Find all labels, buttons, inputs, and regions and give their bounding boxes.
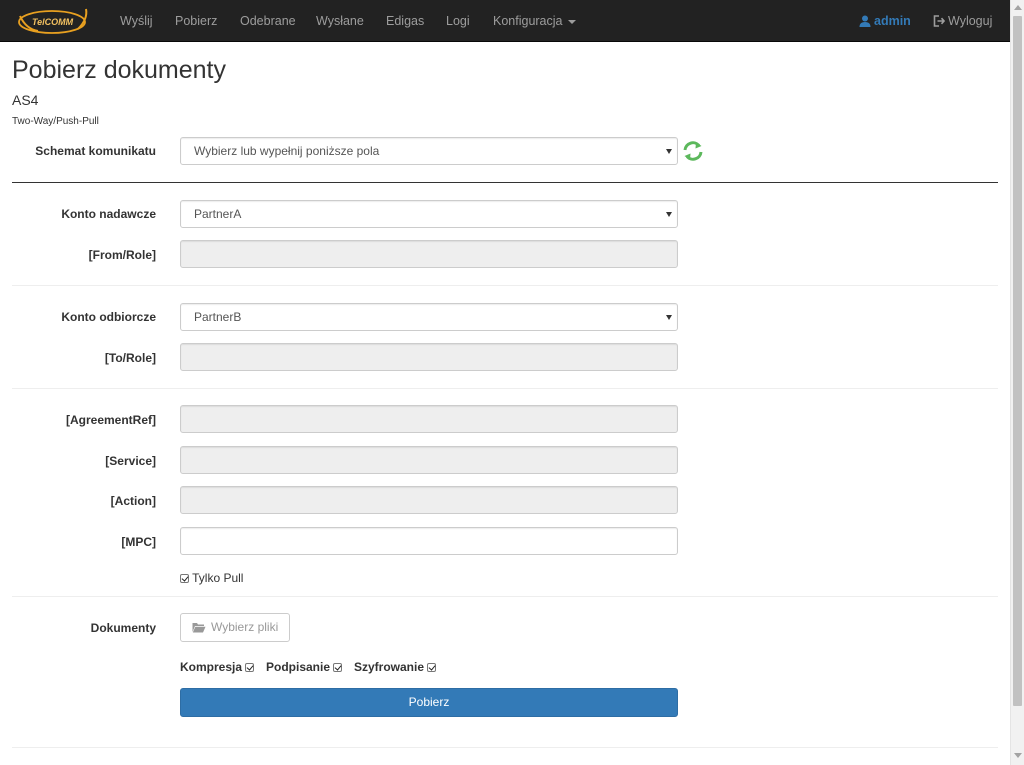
mpc-input[interactable] — [180, 527, 678, 555]
nav-user-account[interactable]: admin — [859, 0, 911, 42]
choose-files-label: Wybierz pliki — [211, 620, 279, 634]
sender-account-select[interactable]: PartnerA — [180, 200, 678, 228]
agreement-ref-field — [180, 405, 678, 433]
schema-select[interactable]: Wybierz lub wypełnij poniższe pola — [180, 137, 678, 165]
row-divider — [12, 596, 998, 597]
nav-download[interactable]: Pobierz — [175, 0, 217, 42]
svg-text:TelCOMM: TelCOMM — [32, 17, 74, 27]
encryption-checkbox-row[interactable]: Szyfrowanie — [354, 660, 437, 674]
only-pull-checkbox[interactable] — [180, 574, 189, 583]
user-name: admin — [874, 14, 911, 28]
agreement-ref-label: [AgreementRef] — [65, 413, 156, 427]
to-role-label: [To/Role] — [104, 351, 156, 365]
receiver-account-value: PartnerB — [194, 310, 242, 324]
to-role-field — [180, 343, 678, 371]
receiver-account-select[interactable]: PartnerB — [180, 303, 678, 331]
nav-sent[interactable]: Wysłane — [316, 0, 364, 42]
documents-label: Dokumenty — [90, 621, 156, 635]
page-subtitle: AS4 — [12, 92, 39, 108]
top-navbar: TelCOMM Wyślij Pobierz Odebrane Wysłane … — [0, 0, 1010, 42]
schema-label: Schemat komunikatu — [35, 144, 156, 158]
schema-select-value: Wybierz lub wypełnij poniższe pola — [194, 144, 380, 158]
service-field — [180, 446, 678, 474]
nav-received[interactable]: Odebrane — [240, 0, 296, 42]
row-divider — [12, 388, 998, 389]
mpc-label: [MPC] — [121, 535, 156, 549]
encryption-checkbox[interactable] — [427, 663, 437, 672]
signing-checkbox-row[interactable]: Podpisanie — [266, 660, 343, 674]
compression-checkbox[interactable] — [245, 663, 255, 672]
choose-files-button[interactable]: Wybierz pliki — [180, 613, 290, 642]
nav-configuration-label: Konfiguracja — [493, 14, 563, 28]
sender-account-value: PartnerA — [194, 207, 242, 221]
signing-label: Podpisanie — [266, 660, 331, 674]
encryption-label: Szyfrowanie — [354, 660, 425, 674]
logout-label: Wyloguj — [948, 14, 993, 28]
folder-open-icon — [192, 623, 206, 633]
only-pull-checkbox-row[interactable]: Tylko Pull — [180, 571, 243, 585]
download-submit-button[interactable]: Pobierz — [180, 688, 678, 717]
scroll-up-arrow-icon[interactable] — [1014, 5, 1022, 10]
scroll-thumb[interactable] — [1013, 16, 1022, 706]
refresh-icon[interactable] — [682, 140, 704, 162]
profile-caption: Two-Way/Push-Pull — [12, 116, 99, 127]
nav-logs[interactable]: Logi — [446, 0, 470, 42]
row-divider — [12, 285, 998, 286]
receiver-account-label: Konto odbiorcze — [61, 310, 156, 324]
action-field — [180, 486, 678, 514]
select-arrow-icon — [666, 212, 672, 217]
signing-checkbox[interactable] — [333, 663, 343, 672]
from-role-field — [180, 240, 678, 268]
section-divider — [12, 182, 998, 183]
select-arrow-icon — [666, 149, 672, 154]
select-arrow-icon — [666, 315, 672, 320]
action-label: [Action] — [110, 494, 156, 508]
nav-logout[interactable]: Wyloguj — [933, 0, 992, 42]
user-icon — [859, 15, 871, 27]
brand-logo[interactable]: TelCOMM — [16, 5, 92, 37]
service-label: [Service] — [105, 454, 156, 468]
page-title: Pobierz dokumenty — [12, 56, 227, 84]
logout-icon — [933, 15, 946, 27]
vertical-scrollbar[interactable] — [1010, 0, 1024, 765]
nav-configuration-dropdown[interactable]: Konfiguracja — [493, 0, 576, 42]
row-divider — [12, 747, 998, 748]
from-role-label: [From/Role] — [88, 248, 156, 262]
nav-send[interactable]: Wyślij — [120, 0, 153, 42]
only-pull-label: Tylko Pull — [192, 571, 244, 585]
sender-account-label: Konto nadawcze — [61, 207, 156, 221]
scroll-down-arrow-icon[interactable] — [1014, 753, 1022, 758]
compression-checkbox-row[interactable]: Kompresja — [180, 660, 255, 674]
nav-edigas[interactable]: Edigas — [386, 0, 424, 42]
compression-label: Kompresja — [180, 660, 243, 674]
chevron-down-icon — [567, 19, 576, 24]
